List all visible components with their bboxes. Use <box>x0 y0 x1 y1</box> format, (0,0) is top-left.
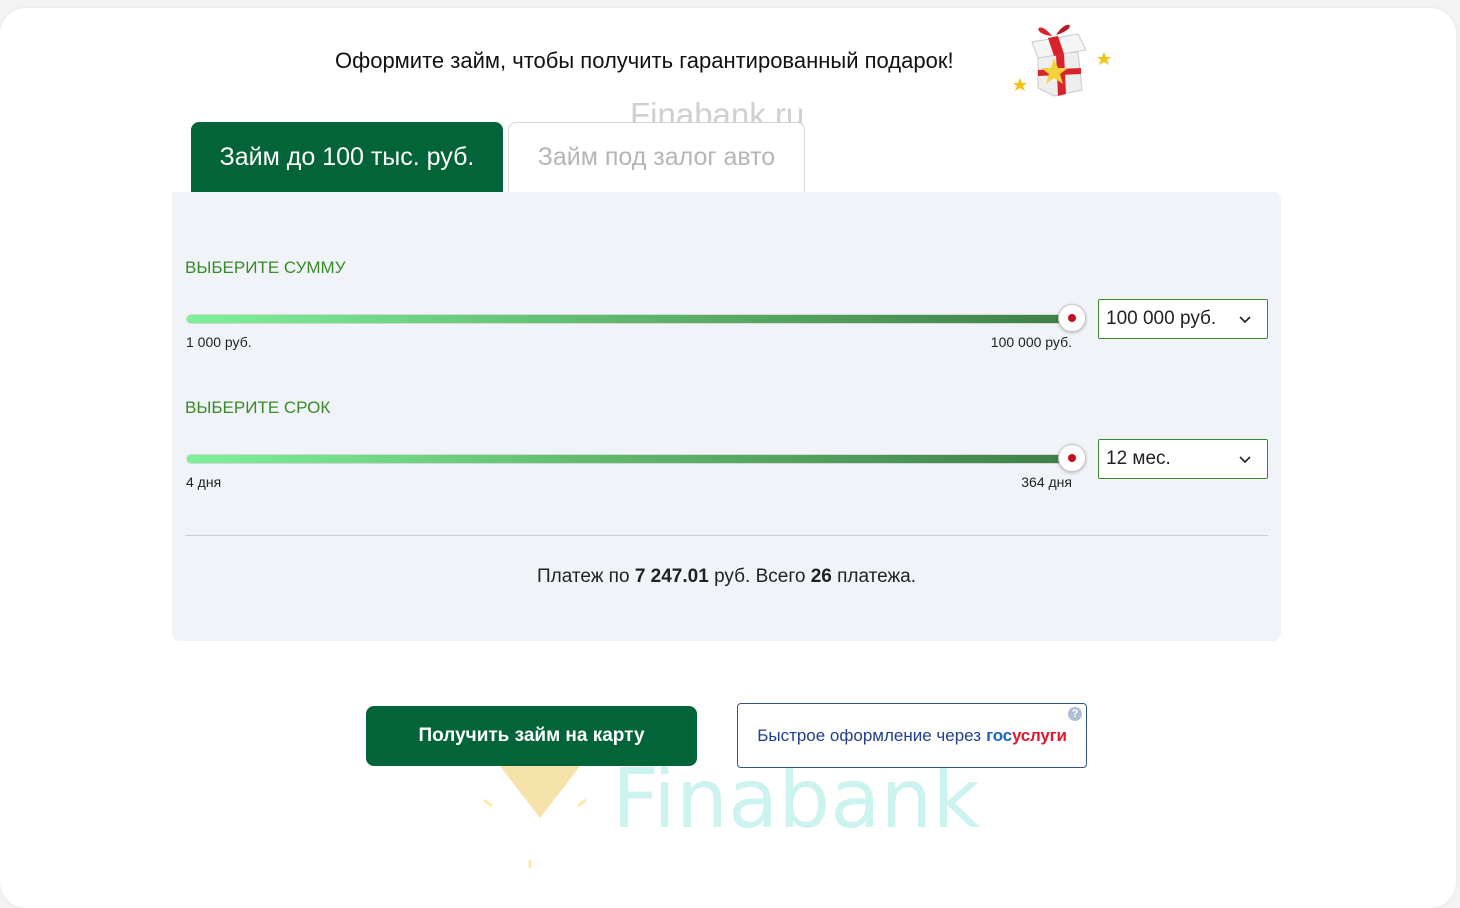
payment-summary: Платеж по 7 247.01 руб. Всего 26 платежа… <box>0 566 1453 588</box>
term-slider-handle[interactable] <box>1058 444 1086 472</box>
promo-text: Оформите займ, чтобы получить гарантиров… <box>335 48 954 73</box>
gosuslugi-logo: госуслуги <box>986 726 1067 746</box>
amount-slider-track[interactable] <box>186 314 1072 324</box>
term-min-label: 4 дня <box>186 474 222 490</box>
amount-select[interactable]: 100 000 руб. <box>1098 299 1268 339</box>
amount-slider-handle[interactable] <box>1058 304 1086 332</box>
tab-car-loan[interactable]: Займ под залог авто <box>508 122 805 192</box>
help-icon[interactable]: ? <box>1068 707 1082 721</box>
divider <box>185 535 1268 536</box>
term-slider-track[interactable] <box>186 454 1072 464</box>
summary-middle: руб. Всего <box>714 566 806 587</box>
amount-min-label: 1 000 руб. <box>186 334 252 350</box>
get-loan-button[interactable]: Получить займ на карту <box>366 706 697 766</box>
gosuslugi-logo-part-2: услуги <box>1011 725 1067 745</box>
gift-box-icon <box>1013 24 1111 97</box>
chevron-down-icon <box>1239 316 1251 324</box>
tab-loan-100k[interactable]: Займ до 100 тыс. руб. <box>191 122 503 192</box>
amount-select-value: 100 000 руб. <box>1106 308 1217 329</box>
term-select-value: 12 мес. <box>1106 448 1171 469</box>
gosuslugi-button-label: Быстрое оформление через <box>757 725 982 745</box>
chevron-down-icon <box>1239 456 1251 464</box>
amount-label: ВЫБЕРИТЕ СУММУ <box>185 258 346 277</box>
payment-count: 26 <box>810 566 832 587</box>
gosuslugi-button[interactable]: Быстрое оформление через госуслуги <box>737 703 1087 768</box>
summary-prefix: Платеж по <box>536 566 630 587</box>
term-max-label: 364 дня <box>1021 474 1072 490</box>
amount-max-label: 100 000 руб. <box>990 334 1072 350</box>
term-select[interactable]: 12 мес. <box>1098 439 1268 479</box>
gosuslugi-logo-part-1: гос <box>986 725 1012 745</box>
summary-suffix: платежа. <box>837 566 917 587</box>
term-label: ВЫБЕРИТЕ СРОК <box>185 398 331 417</box>
payment-amount: 7 247.01 <box>634 566 709 587</box>
